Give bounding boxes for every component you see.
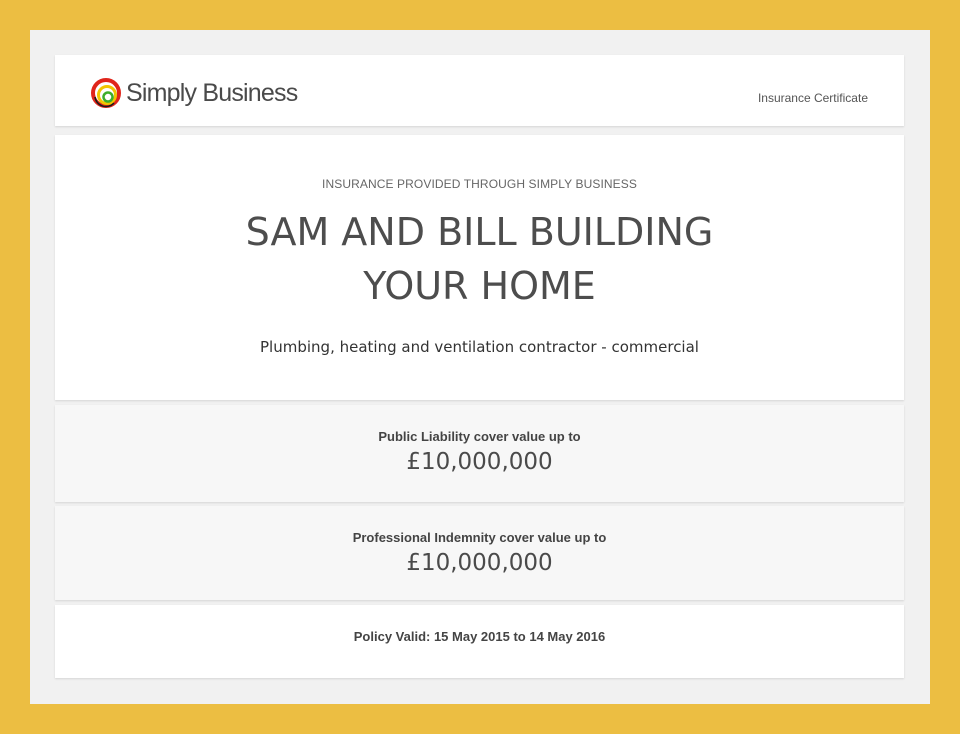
cover-label: Professional Indemnity cover value up to [352,530,607,545]
professional-indemnity-cover-card: Professional Indemnity cover value up to… [55,506,904,600]
cover-value: £10,000,000 [406,449,553,475]
cover-value: £10,000,000 [406,550,553,576]
company-name-line-1: SAM AND BILL BUILDING [245,210,714,254]
cover-label: Public Liability cover value up to [378,429,581,444]
insured-company-name: SAM AND BILL BUILDING YOUR HOME [55,205,904,313]
company-name-line-2: YOUR HOME [363,264,596,308]
policy-validity-card: Policy Valid: 15 May 2015 to 14 May 2016 [55,605,904,678]
certificate-header: Simply Business Insurance Certificate [55,55,904,126]
insured-details-card: INSURANCE PROVIDED THROUGH SIMPLY BUSINE… [55,135,904,400]
brand-logo: Simply Business [90,76,298,110]
policy-validity-text: Policy Valid: 15 May 2015 to 14 May 2016 [353,629,606,644]
public-liability-cover-card: Public Liability cover value up to £10,0… [55,405,904,502]
brand-name: Simply Business [126,79,298,107]
business-trade: Plumbing, heating and ventilation contra… [260,338,699,356]
certificate-frame: Simply Business Insurance Certificate IN… [30,30,930,704]
simply-business-logo-icon [91,78,121,108]
document-type-label: Insurance Certificate [757,91,868,105]
provider-eyebrow: INSURANCE PROVIDED THROUGH SIMPLY BUSINE… [322,177,637,191]
